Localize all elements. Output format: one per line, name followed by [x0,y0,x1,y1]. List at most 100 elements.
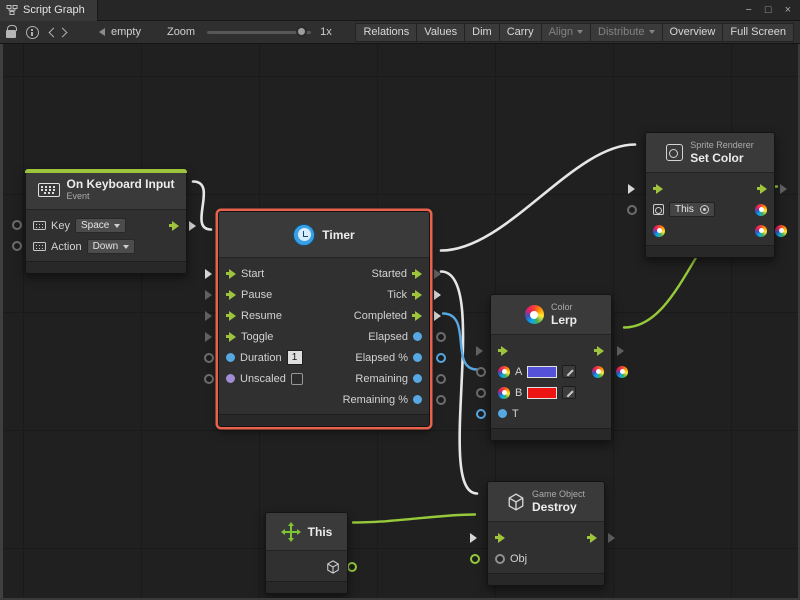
dim-button[interactable]: Dim [464,23,500,42]
ext-port-timer-resume[interactable] [205,311,212,321]
flow-in-resume-port[interactable] [226,311,236,321]
node-color-lerp[interactable]: Color Lerp A B T [490,294,612,441]
color-pass-through-port[interactable] [755,225,767,237]
flow-out-completed-port[interactable] [412,311,422,321]
ext-port-lerp-result[interactable] [616,366,628,378]
node-set-color[interactable]: Sprite Renderer Set Color This [645,132,775,258]
flow-out-port[interactable] [587,533,597,543]
ext-port-timer-unscaled[interactable] [204,374,214,384]
node-header[interactable]: On Keyboard Input Event [26,170,186,210]
wire-timer-tick-to-set-color[interactable] [441,145,635,251]
target-picker-icon[interactable] [700,205,709,214]
ext-port-this-output[interactable] [347,562,357,572]
close-button[interactable]: × [785,4,791,16]
node-header[interactable]: Game Object Destroy [488,482,604,522]
eyedropper-icon[interactable] [562,365,576,378]
ext-port-timer-pause[interactable] [205,290,212,300]
float-in-duration-port[interactable] [226,353,235,362]
ext-port-timer-toggle[interactable] [205,332,212,342]
ext-port-timer-remaining-percent[interactable] [436,395,446,405]
flow-out-tick-port[interactable] [412,290,422,300]
ext-port-timer-tick[interactable] [434,290,441,300]
node-header[interactable]: Timer [219,212,429,258]
flow-out-port[interactable] [757,184,767,194]
action-dropdown[interactable]: Down [87,239,136,254]
color-in-b-port[interactable] [498,387,510,399]
float-out-elapsed-percent-port[interactable] [413,353,422,362]
target-field[interactable]: This [669,202,715,217]
info-button[interactable] [26,26,39,39]
float-out-elapsed-port[interactable] [413,332,422,341]
ext-port-set-color-flow-out[interactable] [780,184,787,194]
ext-port-lerp-flow-out[interactable] [617,346,624,356]
flow-out-port[interactable] [594,346,604,356]
align-button[interactable]: Align [541,23,591,42]
ext-port-timer-remaining[interactable] [436,374,446,384]
color-out-result-port[interactable] [592,366,604,378]
key-dropdown[interactable]: Space [75,218,126,233]
flow-out-port[interactable] [169,221,179,231]
tab-script-graph[interactable]: Script Graph [0,0,98,21]
ext-port-timer-elapsed[interactable] [436,332,446,342]
float-in-t-port[interactable] [498,409,507,418]
ext-port-timer-duration[interactable] [204,353,214,363]
flow-out-started-port[interactable] [412,269,422,279]
ext-port-keyboard-action[interactable] [12,241,22,251]
color-out-value-port[interactable] [755,204,767,216]
node-destroy[interactable]: Game Object Destroy Obj [487,481,605,586]
node-this[interactable]: This [265,512,348,594]
flow-in-pause-port[interactable] [226,290,236,300]
ext-port-timer-completed[interactable] [434,311,441,321]
node-on-keyboard-input[interactable]: On Keyboard Input Event Key Space [25,169,187,274]
flow-in-port[interactable] [498,346,508,356]
ext-port-lerp-a[interactable] [476,367,486,377]
flow-in-start-port[interactable] [226,269,236,279]
color-swatch-b[interactable] [527,387,557,399]
float-out-remaining-percent-port[interactable] [413,395,422,404]
unscaled-checkbox[interactable] [291,373,303,385]
node-header[interactable]: Sprite Renderer Set Color [646,133,774,173]
ext-port-lerp-flow-in[interactable] [476,346,483,356]
ext-port-set-color-color[interactable] [775,225,787,237]
wire-this-to-destroy-obj[interactable] [353,515,475,523]
flow-in-port[interactable] [653,184,663,194]
eyedropper-icon[interactable] [562,386,576,399]
wire-elapsed-percent-to-lerp-t[interactable] [443,314,477,370]
lock-button[interactable] [6,26,16,38]
ext-port-destroy-obj[interactable] [470,554,480,564]
bool-in-unscaled-port[interactable] [226,374,235,383]
overview-button[interactable]: Overview [662,23,724,42]
flow-in-port[interactable] [495,533,505,543]
duration-input[interactable]: 1 [287,350,303,365]
distribute-button[interactable]: Distribute [590,23,662,42]
node-header[interactable]: This [266,513,347,551]
ext-port-timer-started[interactable] [434,269,441,279]
minimize-button[interactable]: − [745,4,751,16]
ext-port-destroy-flow-in[interactable] [470,533,477,543]
ext-port-lerp-b[interactable] [476,388,486,398]
values-button[interactable]: Values [416,23,465,42]
ext-port-destroy-flow-out[interactable] [608,533,615,543]
game-object-in-obj-port[interactable] [495,554,505,564]
ext-port-keyboard-key[interactable] [12,220,22,230]
node-header[interactable]: Color Lerp [491,295,611,335]
maximize-button[interactable]: □ [765,4,772,16]
color-in-a-port[interactable] [498,366,510,378]
ext-port-set-color-flow-in[interactable] [628,184,635,194]
node-timer[interactable]: Timer Start Started Pause Tick Resume Co… [218,211,430,427]
ext-port-set-color-target[interactable] [627,205,637,215]
edit-source-button[interactable] [49,26,67,38]
graph-canvas[interactable]: On Keyboard Input Event Key Space [0,44,800,600]
game-object-out-port[interactable] [326,560,340,574]
flow-in-toggle-port[interactable] [226,332,236,342]
ext-port-timer-elapsed-percent[interactable] [436,353,446,363]
ext-port-lerp-t[interactable] [476,409,486,419]
relations-button[interactable]: Relations [355,23,417,42]
wire-timer-completed-to-destroy[interactable] [441,272,477,494]
color-in-port[interactable] [653,225,665,237]
graph-name[interactable]: empty [111,26,141,38]
carry-button[interactable]: Carry [499,23,542,42]
zoom-slider[interactable] [207,31,311,34]
float-out-remaining-port[interactable] [413,374,422,383]
zoom-slider-handle[interactable] [296,26,307,37]
